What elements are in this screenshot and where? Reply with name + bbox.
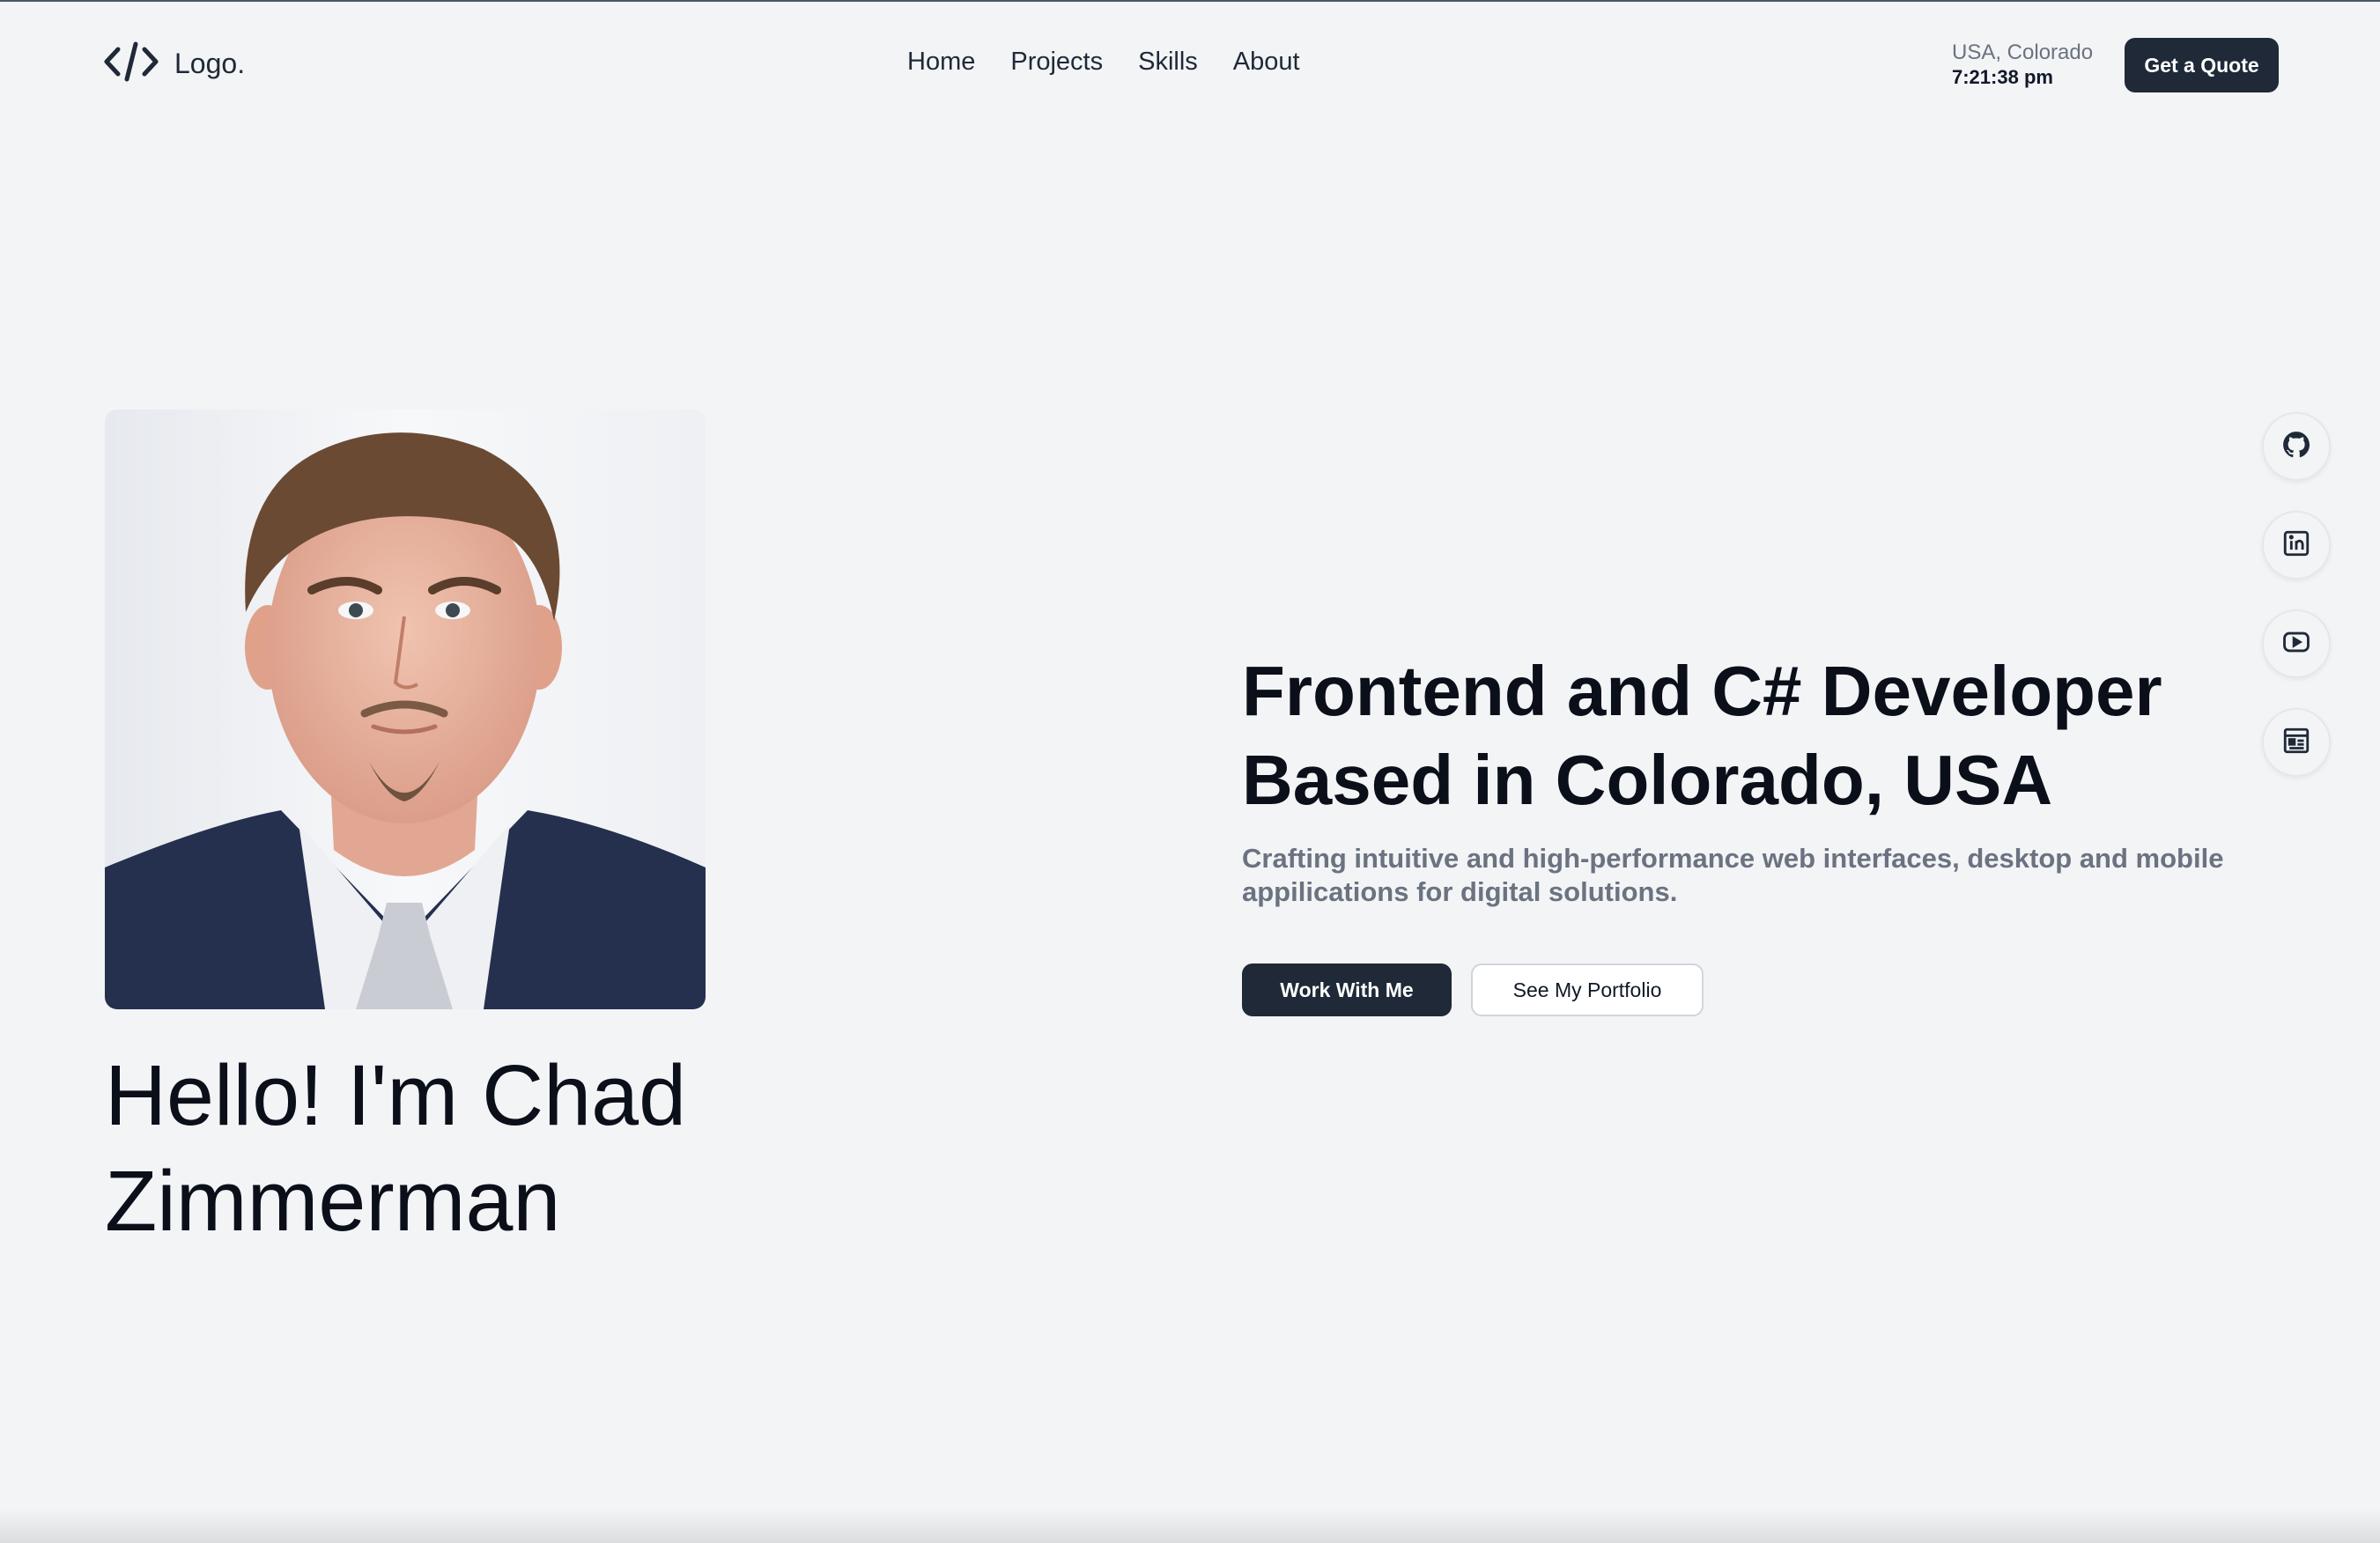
logo[interactable]: Logo.	[104, 41, 245, 87]
see-portfolio-button[interactable]: See My Portfolio	[1471, 963, 1704, 1016]
social-links	[2262, 412, 2331, 777]
site-header: Logo. Home Projects Skills About USA, Co…	[0, 2, 2380, 127]
greeting-heading: Hello! I'm Chad Zimmerman	[105, 1047, 687, 1249]
nav-home[interactable]: Home	[907, 48, 975, 77]
clock-time: 7:21:38 pm	[1952, 66, 2053, 88]
blog-icon	[2281, 726, 2311, 760]
location-clock: USA, Colorado 7:21:38 pm	[1952, 41, 2093, 90]
bottom-shadow	[0, 1510, 2380, 1543]
logo-text: Logo.	[174, 48, 246, 79]
hero-subheadline: Crafting intuitive and high-performance …	[1242, 843, 2224, 907]
get-quote-button[interactable]: Get a Quote	[2125, 38, 2279, 92]
location-text: USA, Colorado	[1952, 41, 2094, 64]
page: Logo. Home Projects Skills About USA, Co…	[0, 0, 2380, 1543]
youtube-link[interactable]	[2262, 609, 2331, 678]
github-link[interactable]	[2262, 412, 2331, 481]
hero-headline: Frontend and C# Developer Based in Color…	[1242, 652, 2162, 819]
linkedin-icon	[2281, 528, 2311, 563]
hero-actions: Work With Me See My Portfolio	[1242, 963, 1704, 1016]
github-icon	[2281, 430, 2311, 464]
profile-photo	[105, 410, 706, 1009]
work-with-me-button[interactable]: Work With Me	[1242, 963, 1452, 1016]
youtube-icon	[2281, 627, 2311, 661]
nav-about[interactable]: About	[1233, 48, 1300, 77]
nav-projects[interactable]: Projects	[1010, 48, 1103, 77]
code-icon	[104, 41, 159, 87]
blog-link[interactable]	[2262, 708, 2331, 777]
linkedin-link[interactable]	[2262, 511, 2331, 580]
nav-skills[interactable]: Skills	[1138, 48, 1198, 77]
main-nav: Home Projects Skills About	[907, 48, 1300, 77]
